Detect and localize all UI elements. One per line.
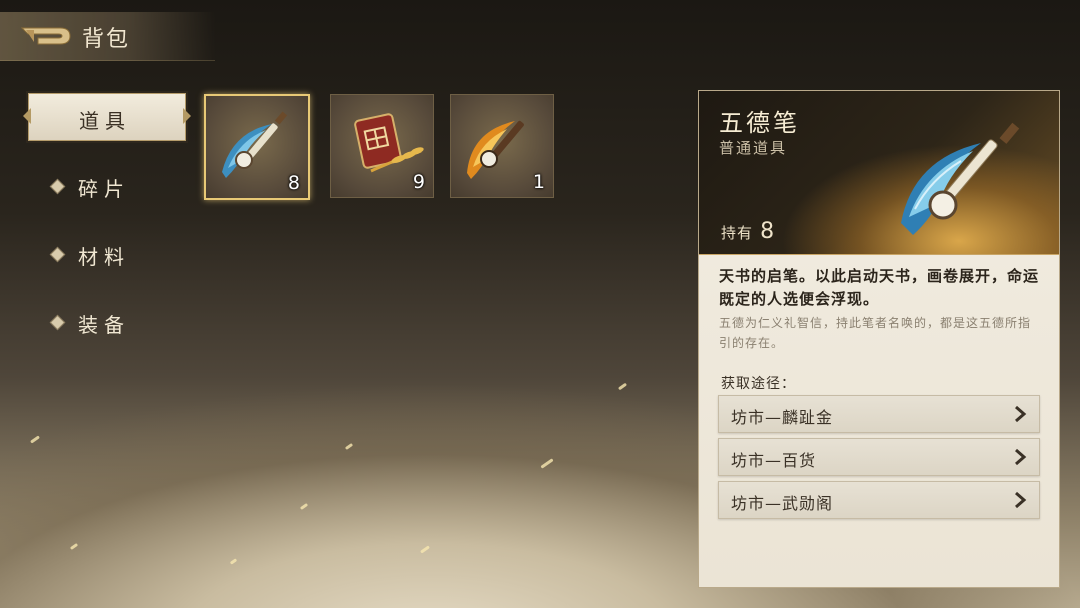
tab-label: 材料	[78, 245, 130, 269]
item-count: 1	[532, 171, 545, 193]
item-lore: 五德为仁义礼智信，持此笔者名唤的，都是这五德所指引的存在。	[719, 316, 1032, 350]
spark-particle	[30, 435, 40, 444]
game-screen: 背包 道具 碎片 材料 装备 8 9 1 五德笔 普通道具 持有 8 天书的启笔…	[0, 0, 1080, 608]
item-name: 五德笔	[719, 109, 800, 137]
source-label: 获取途径：	[721, 376, 796, 392]
diamond-bullet-icon	[49, 246, 66, 263]
header-bar: 背包	[0, 12, 215, 61]
item-detail-header: 五德笔 普通道具 持有 8	[699, 91, 1059, 255]
spark-particle	[229, 558, 238, 565]
tab-materials[interactable]: 材料	[28, 230, 184, 276]
diamond-bullet-icon	[49, 314, 66, 331]
tab-equipment[interactable]: 装备	[28, 298, 184, 344]
tab-label: 道具	[79, 109, 131, 133]
chevron-right-icon	[1015, 491, 1027, 509]
spark-particle	[299, 502, 309, 511]
spark-particle	[617, 382, 628, 391]
source-link-qilin-gold[interactable]: 坊市—麟趾金	[718, 395, 1040, 433]
source-link-label: 坊市—武勋阁	[731, 494, 834, 513]
spark-particle	[69, 542, 79, 551]
tab-label: 碎片	[78, 177, 130, 201]
item-count: 8	[287, 172, 300, 194]
brush-blue-icon	[901, 122, 1020, 235]
item-type: 普通道具	[719, 139, 788, 157]
diamond-bullet-icon	[49, 178, 66, 195]
tab-fragments[interactable]: 碎片	[28, 162, 184, 208]
chevron-right-icon	[1015, 405, 1027, 423]
item-count: 9	[412, 171, 425, 193]
inventory-slot-field-seal[interactable]: 9	[330, 94, 434, 198]
spark-particle	[420, 545, 430, 554]
page-title: 背包	[82, 27, 131, 52]
back-button[interactable]	[20, 22, 74, 50]
chevron-right-icon	[1015, 448, 1027, 466]
item-description: 天书的启笔。以此启动天书，画卷展开，命运既定的人选便会浮现。	[719, 267, 1040, 308]
inventory-slot-fire-brush[interactable]: 1	[450, 94, 554, 198]
source-link-general-store[interactable]: 坊市—百货	[718, 438, 1040, 476]
hold-label: 持有	[721, 224, 754, 242]
inventory-slot-wude-brush[interactable]: 8	[204, 94, 310, 200]
spark-particle	[344, 442, 354, 451]
source-link-merit-pavilion[interactable]: 坊市—武勋阁	[718, 481, 1040, 519]
source-link-label: 坊市—百货	[731, 451, 817, 470]
item-detail-panel: 五德笔 普通道具 持有 8 天书的启笔。以此启动天书，画卷展开，命运既定的人选便…	[698, 90, 1060, 588]
hold-count: 8	[760, 219, 775, 244]
tab-label: 装备	[78, 313, 130, 337]
source-link-label: 坊市—麟趾金	[731, 408, 834, 427]
hold-count-row: 持有 8	[721, 219, 774, 244]
tab-items[interactable]: 道具	[28, 93, 186, 141]
spark-particle	[540, 458, 554, 469]
back-arrow-icon	[20, 27, 71, 45]
